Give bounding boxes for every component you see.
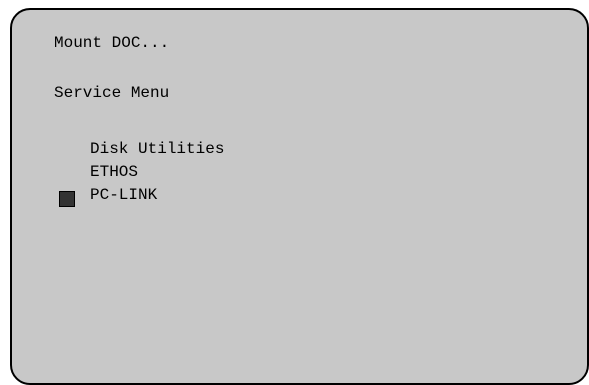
selection-block-icon [59, 191, 75, 207]
status-message: Mount DOC... [54, 34, 170, 52]
terminal-screen: Mount DOC... Service Menu Disk Utilities… [10, 8, 589, 385]
menu-title: Service Menu [54, 84, 170, 102]
menu-item-pc-link[interactable]: PC-LINK [90, 185, 157, 205]
menu-item-ethos[interactable]: ETHOS [90, 162, 138, 182]
menu-item-disk-utilities[interactable]: Disk Utilities [90, 139, 224, 159]
